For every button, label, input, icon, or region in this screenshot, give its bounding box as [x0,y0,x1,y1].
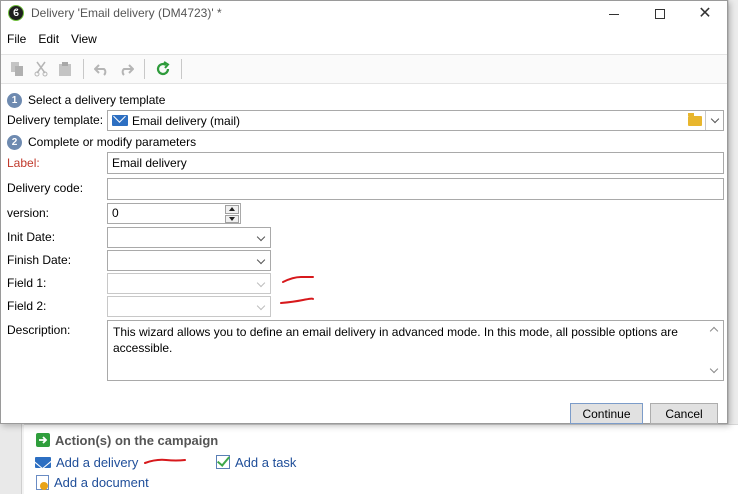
field2-label: Field 2: [7,299,47,313]
chevron-down-icon [710,114,719,124]
version-value: 0 [112,206,119,220]
arrow-right-icon [36,433,50,447]
window-title: Delivery 'Email delivery (DM4723)' * [31,6,222,20]
field2-select[interactable] [107,296,271,317]
step-number-badge: 2 [7,134,22,150]
add-document-link[interactable]: Add a document [36,474,149,490]
label-field-label: Label: [7,156,40,170]
init-date-dropdown[interactable] [252,228,270,248]
triangle-up-icon [229,207,235,212]
init-date-label: Init Date: [7,230,56,244]
description-scrollbar[interactable] [707,321,723,380]
annotation-underline-delivery [144,458,186,464]
delivery-template-select[interactable]: Email delivery (mail) [107,110,724,131]
add-delivery-link[interactable]: Add a delivery [35,454,138,470]
add-delivery-label: Add a delivery [56,454,139,470]
mail-icon [35,456,51,468]
template-dropdown-button[interactable] [705,111,723,130]
description-label: Description: [7,323,71,337]
step-number-badge: 1 [7,92,22,108]
copy-button[interactable] [7,59,27,79]
step-label: Complete or modify parameters [28,135,197,149]
toolbar-separator [83,59,84,79]
campaign-actions-title: Action(s) on the campaign [55,432,219,448]
delivery-template-value: Email delivery (mail) [132,113,241,128]
menu-edit[interactable]: Edit [32,29,65,49]
version-stepper[interactable]: 0 [107,203,241,224]
chevron-down-icon [256,301,266,310]
decrement-button[interactable] [225,214,239,223]
description-textarea[interactable]: This wizard allows you to define an emai… [107,320,724,381]
step-complete-parameters: 2 Complete or modify parameters [7,134,196,150]
paste-icon [59,62,71,76]
delivery-code-input[interactable] [107,178,724,200]
init-date-select[interactable] [107,227,271,248]
version-label: version: [7,206,50,220]
step-label: Select a delivery template [28,93,166,107]
title-bar[interactable]: ϐ Delivery 'Email delivery (DM4723)' * ✕ [1,1,727,27]
field1-dropdown[interactable] [252,274,270,294]
scroll-up-icon[interactable] [709,326,719,336]
menu-view[interactable]: View [65,29,103,49]
redo-icon [121,64,134,76]
toolbar [1,54,727,84]
copy-icon [11,62,23,76]
annotation-mark-field2 [280,297,314,304]
minimize-button[interactable] [591,1,637,27]
field1-select[interactable] [107,273,271,294]
cancel-button[interactable]: Cancel [650,403,718,424]
chevron-down-icon [256,255,266,264]
finish-date-dropdown[interactable] [252,251,270,271]
add-document-label: Add a document [54,474,149,490]
paste-button[interactable] [55,59,75,79]
label-input[interactable]: Email delivery [107,152,724,174]
campaign-actions-heading: Action(s) on the campaign [36,432,218,448]
finish-date-label: Finish Date: [7,253,72,267]
close-icon: ✕ [698,5,712,22]
mail-icon [112,115,128,126]
chevron-down-icon [256,232,266,241]
maximize-button[interactable] [637,1,683,27]
scroll-down-icon[interactable] [709,364,719,374]
add-task-label: Add a task [235,454,297,470]
app-logo-icon: ϐ [8,5,24,21]
menu-bar: File Edit View [1,29,103,49]
description-text: This wizard allows you to define an emai… [113,325,678,355]
undo-button[interactable] [92,59,112,79]
cut-icon [34,61,48,77]
refresh-icon [156,61,170,76]
version-spin [225,205,239,223]
task-check-icon [216,455,230,469]
maximize-icon [655,9,665,19]
triangle-down-icon [229,216,235,221]
annotation-mark-field1 [282,276,314,283]
close-button[interactable]: ✕ [682,1,728,27]
minimize-icon [609,13,619,15]
delivery-dialog: ϐ Delivery 'Email delivery (DM4723)' * ✕… [0,0,728,424]
folder-icon[interactable] [687,112,703,128]
toolbar-separator [144,59,145,79]
undo-icon [94,64,107,76]
step-select-template: 1 Select a delivery template [7,92,165,108]
redo-button[interactable] [116,59,136,79]
refresh-button[interactable] [153,59,173,79]
add-task-link[interactable]: Add a task [216,454,296,470]
finish-date-select[interactable] [107,250,271,271]
increment-button[interactable] [225,205,239,214]
field2-dropdown[interactable] [252,297,270,317]
continue-button[interactable]: Continue [570,403,643,424]
menu-file[interactable]: File [1,29,32,49]
chevron-down-icon [256,278,266,287]
field1-label: Field 1: [7,276,47,290]
background-right-strip [728,0,738,494]
cut-button[interactable] [31,59,51,79]
delivery-template-label: Delivery template: [7,113,104,127]
document-icon [36,474,49,490]
toolbar-separator [181,59,182,79]
delivery-code-label: Delivery code: [7,181,84,195]
